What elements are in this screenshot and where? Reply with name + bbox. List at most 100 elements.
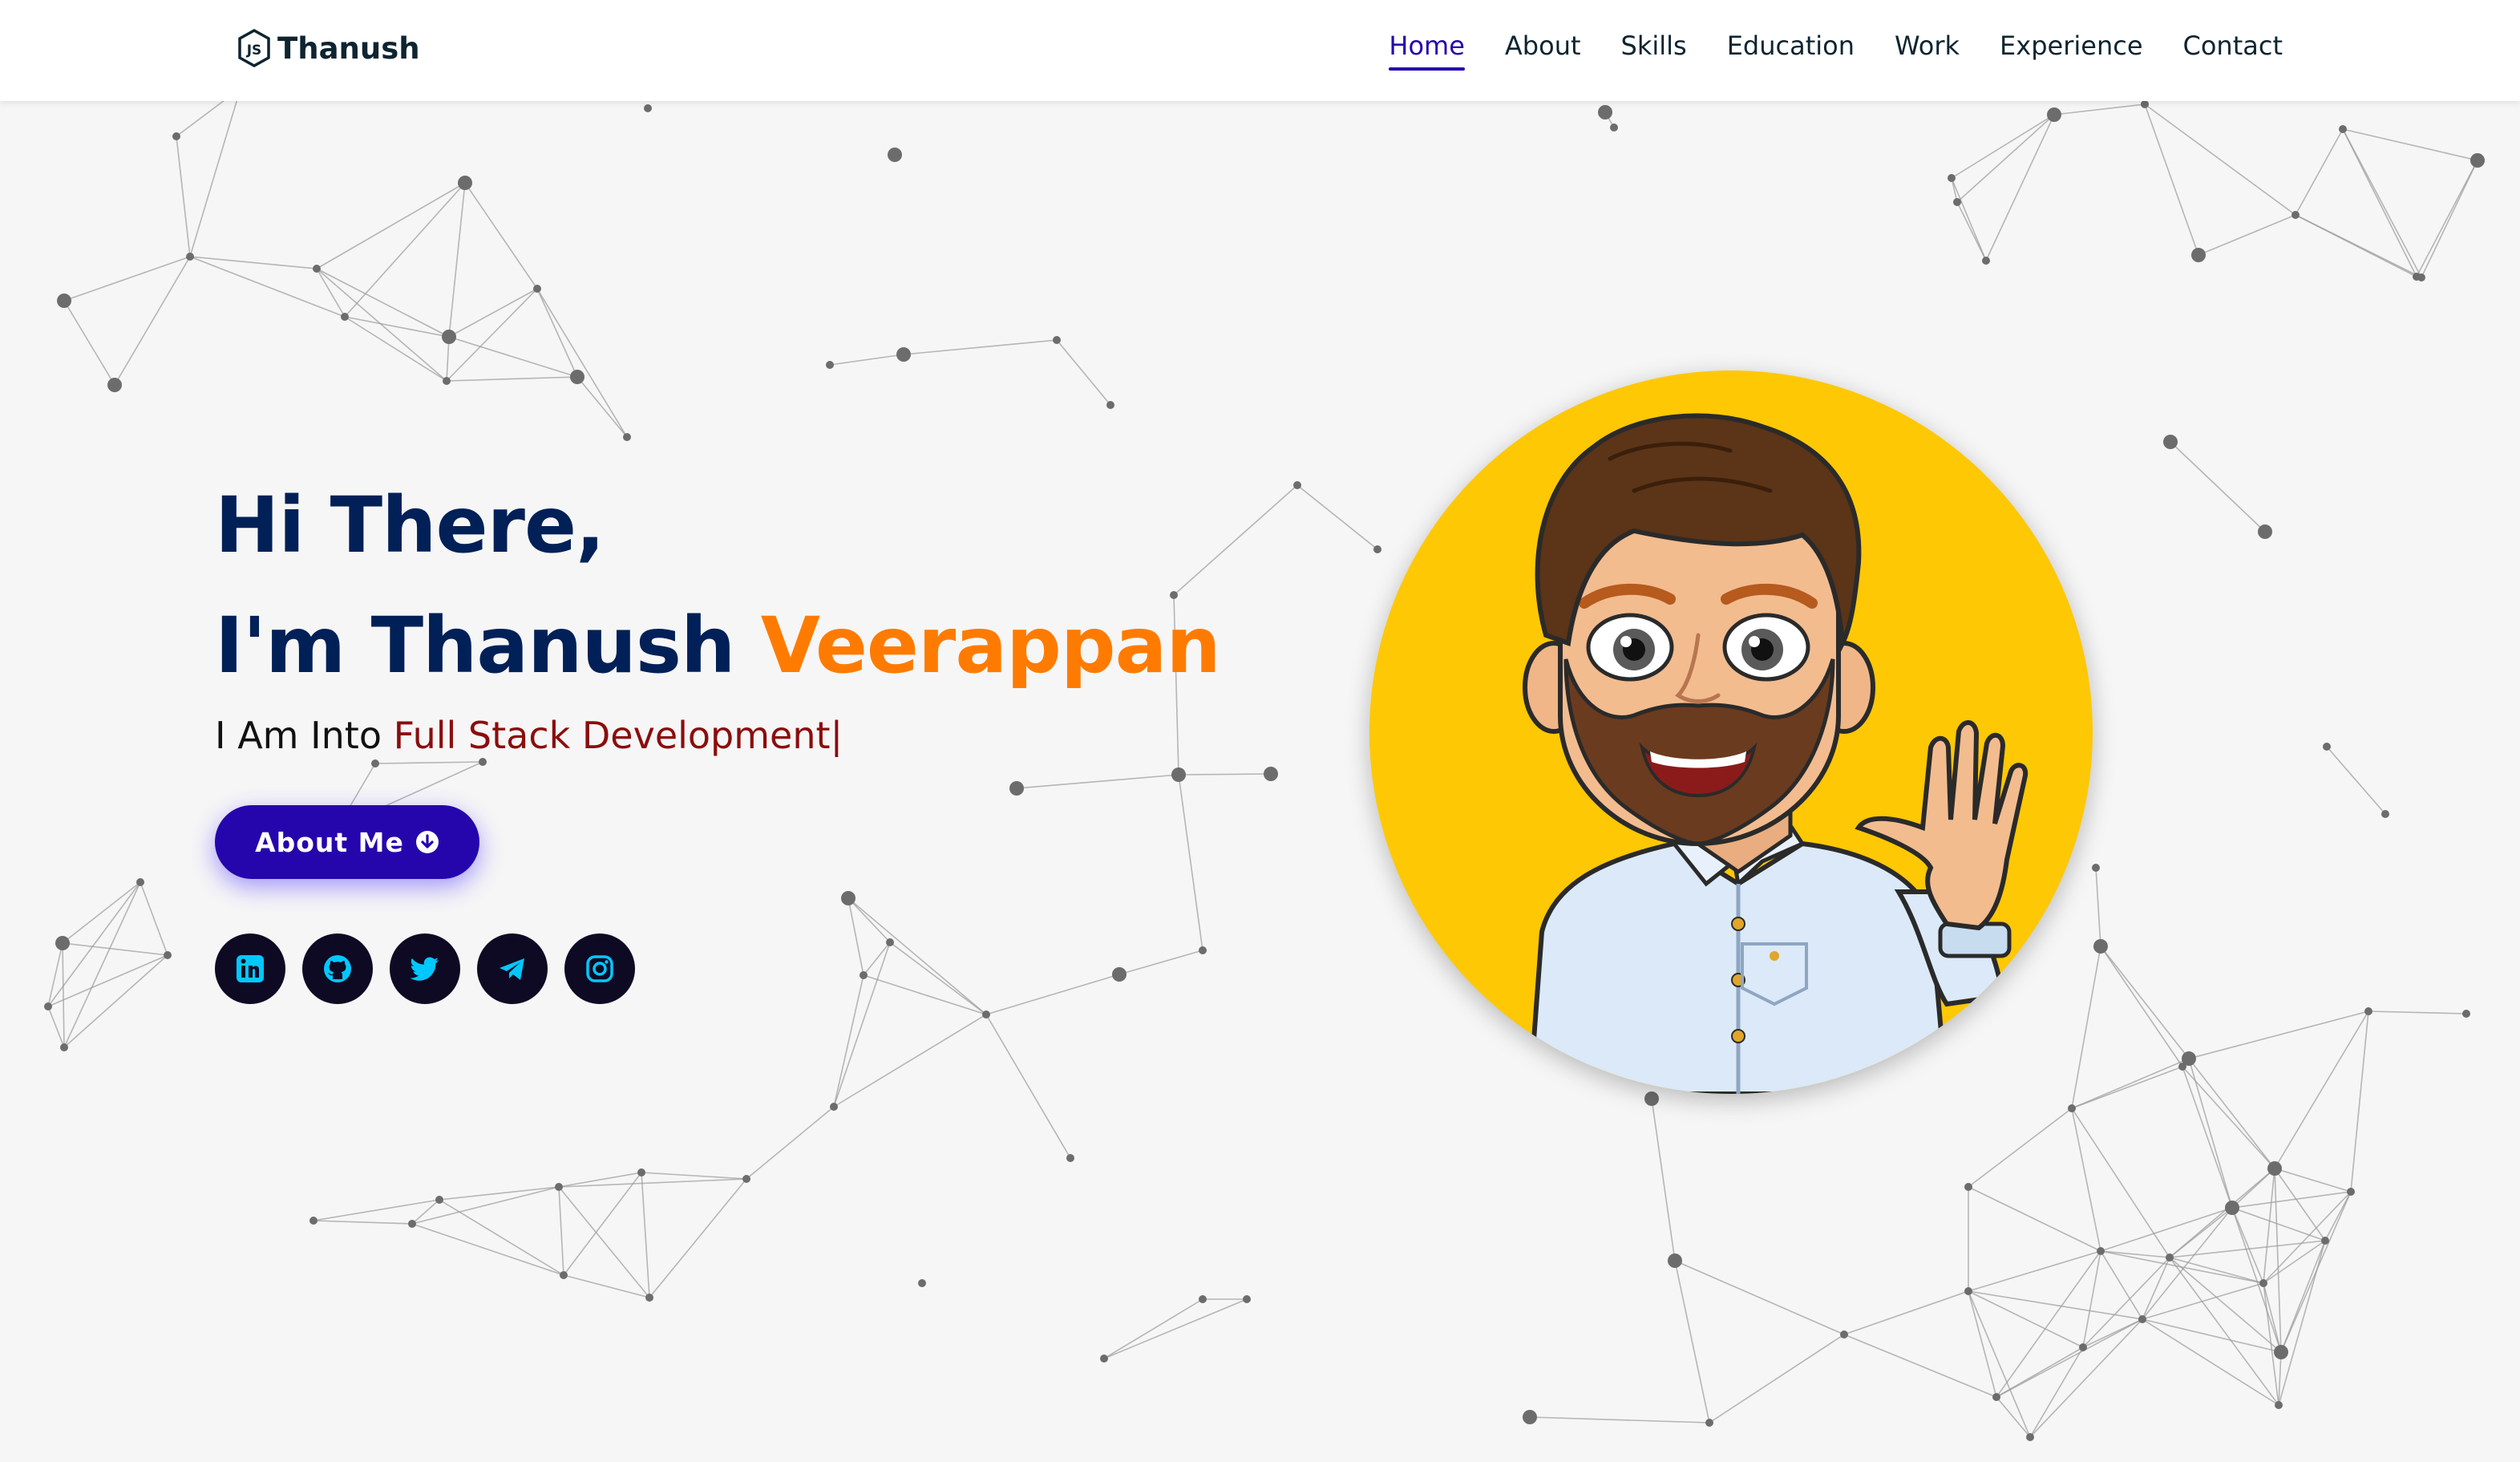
nav-education[interactable]: Education: [1727, 30, 1855, 74]
telegram-icon: [496, 953, 528, 985]
particle-link: [536, 288, 628, 438]
particle-dot: [1171, 767, 1186, 782]
particle-link: [1674, 1260, 1845, 1335]
hero-heading: Hi There, I'm Thanush Veerappan: [215, 465, 1221, 706]
typing-prefix: I Am Into: [215, 714, 394, 757]
particle-link: [63, 954, 168, 1048]
linkedin-icon: [234, 953, 266, 985]
particle-link: [2231, 1207, 2264, 1284]
particle-link: [1968, 1290, 2031, 1438]
particle-link: [2142, 1207, 2233, 1320]
nav-about[interactable]: About: [1505, 30, 1581, 74]
particle-dot: [644, 104, 652, 112]
typing-cursor: |: [830, 714, 843, 757]
telegram-link[interactable]: [477, 933, 548, 1004]
particle-dot: [186, 253, 194, 261]
particle-dot: [44, 1002, 52, 1010]
particle-link: [189, 87, 241, 257]
particle-link: [1956, 114, 2055, 203]
particle-link: [746, 1106, 835, 1180]
particle-dot: [896, 347, 911, 362]
particle-dot: [1066, 1154, 1074, 1162]
social-links: [215, 933, 635, 1004]
particle-link: [316, 268, 447, 382]
nav-contact[interactable]: Contact: [2183, 30, 2283, 74]
particle-link: [411, 1186, 560, 1225]
about-me-button[interactable]: About Me: [215, 805, 479, 879]
particle-link: [2100, 1207, 2233, 1252]
particle-link: [2071, 1058, 2190, 1109]
particle-dot: [435, 1196, 443, 1204]
particle-dot: [309, 1217, 318, 1225]
particle-dot: [371, 759, 379, 767]
particle-link: [2082, 1318, 2143, 1348]
particle-link: [448, 288, 538, 338]
particle-link: [2142, 1318, 2282, 1353]
particle-link: [2231, 1168, 2275, 1209]
linkedin-link[interactable]: [215, 933, 285, 1004]
particle-link: [536, 288, 578, 378]
particle-dot: [1053, 336, 1061, 344]
particle-link: [2182, 1066, 2275, 1169]
particle-dot: [313, 265, 321, 273]
particle-dot: [1964, 1287, 1972, 1295]
particle-dot: [2323, 743, 2331, 751]
particle-dot: [1953, 198, 1961, 206]
particle-link: [63, 881, 141, 1048]
particle-dot: [2191, 248, 2206, 262]
brand-logo[interactable]: JS Thanush: [237, 29, 420, 67]
github-link[interactable]: [302, 933, 373, 1004]
particle-link: [985, 974, 1120, 1015]
particle-dot: [1293, 481, 1301, 489]
particle-dot: [2462, 1010, 2470, 1018]
particle-link: [558, 1178, 747, 1188]
particle-dot: [888, 148, 902, 162]
particle-link: [641, 1172, 650, 1298]
brand-name: Thanush: [277, 30, 420, 66]
nav-home[interactable]: Home: [1389, 30, 1465, 74]
particle-link: [1178, 774, 1203, 951]
particle-link: [344, 182, 466, 318]
particle-dot: [2166, 1253, 2174, 1262]
particle-link: [2295, 128, 2344, 216]
particle-link: [2231, 1191, 2352, 1209]
particle-dot: [1840, 1330, 1848, 1338]
arrow-down-circle-icon: [415, 830, 439, 854]
particle-link: [1968, 1250, 2101, 1292]
particle-dot: [1112, 967, 1127, 982]
particle-link: [1296, 484, 1378, 550]
particle-link: [2182, 1066, 2233, 1209]
particle-link: [1103, 1298, 1203, 1359]
particle-link: [2071, 946, 2101, 1109]
particle-dot: [1009, 781, 1024, 796]
particle-dot: [533, 285, 541, 293]
particle-link: [1103, 1298, 1248, 1359]
nav-work[interactable]: Work: [1895, 30, 1960, 74]
particle-link: [2342, 128, 2422, 278]
particle-link: [889, 942, 987, 1015]
particle-dot: [1948, 174, 1956, 182]
particle-link: [47, 954, 168, 1007]
particle-link: [2350, 1010, 2369, 1193]
particle-link: [1996, 1318, 2143, 1398]
particle-dot: [2163, 435, 2178, 449]
particle-dot: [2291, 211, 2300, 219]
particle-link: [176, 136, 191, 257]
typed-role: Full Stack Development: [393, 714, 831, 757]
particle-link: [1951, 177, 1987, 261]
particle-link: [1968, 1186, 2101, 1252]
particle-link: [2280, 1191, 2352, 1353]
particle-link: [2100, 1250, 2143, 1320]
particle-link: [1968, 1108, 2073, 1188]
particle-dot: [2259, 1279, 2267, 1287]
particle-link: [189, 256, 318, 269]
nav-experience[interactable]: Experience: [2000, 30, 2142, 74]
instagram-link[interactable]: [564, 933, 635, 1004]
svg-text:JS: JS: [246, 43, 262, 59]
main-nav: Home About Skills Education Work Experie…: [1389, 30, 2283, 74]
particle-link: [439, 1199, 564, 1276]
nav-skills[interactable]: Skills: [1621, 30, 1687, 74]
hero-name-line: I'm Thanush Veerappan: [215, 585, 1221, 706]
twitter-link[interactable]: [390, 933, 460, 1004]
particle-link: [2029, 1318, 2143, 1438]
